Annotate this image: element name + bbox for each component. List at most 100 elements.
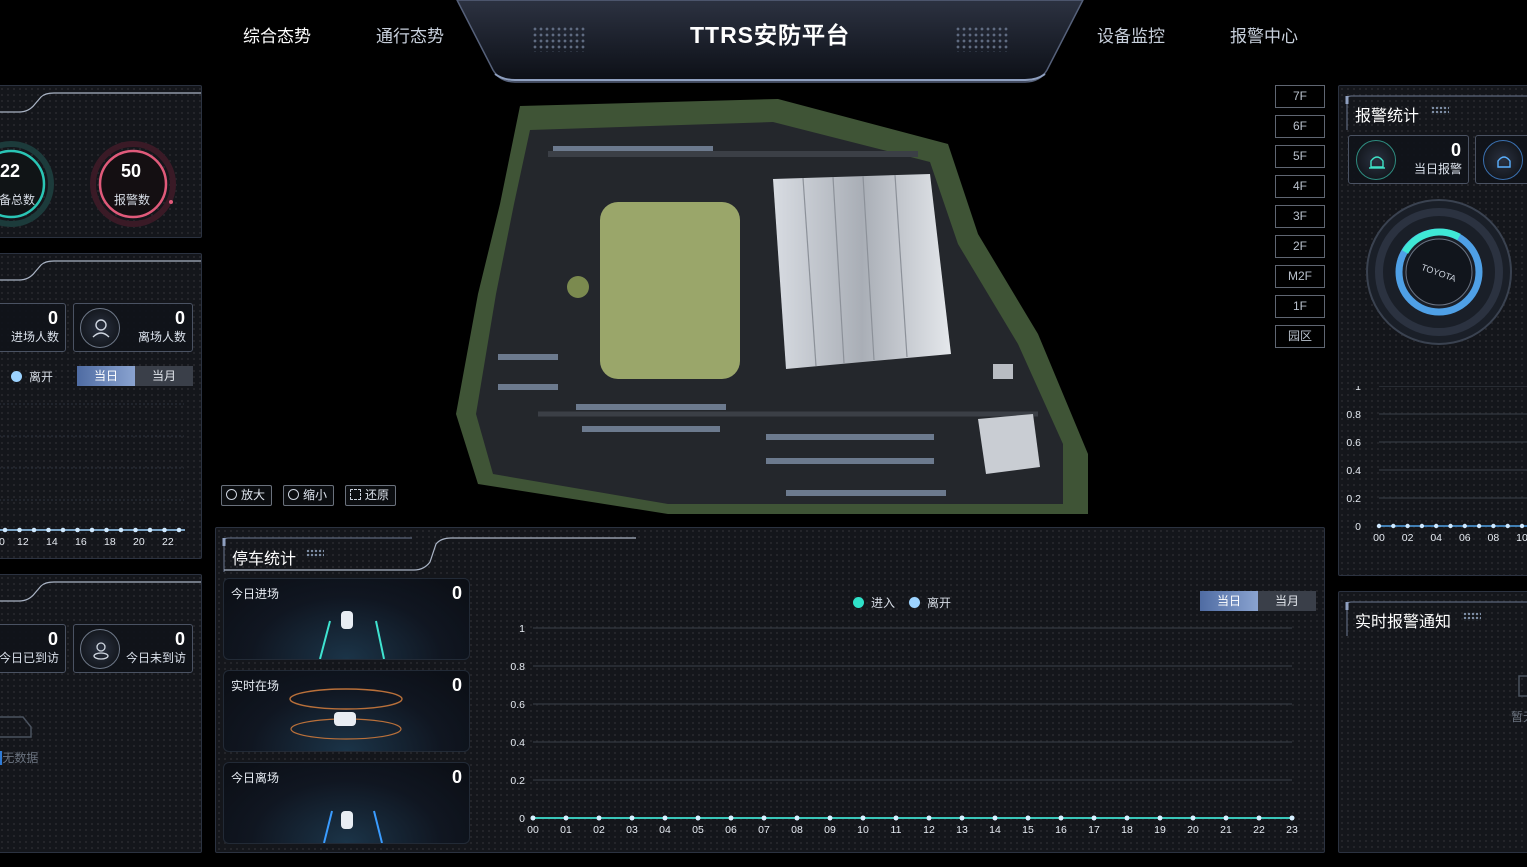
x-tick-label: 11 [891,824,902,836]
x-tick-label: 10 [1516,532,1527,544]
x-tick-label: 08 [1488,532,1500,544]
floor-button-7f[interactable]: 7F [1275,85,1325,108]
alarm-stats-title: 报警统计 [1355,108,1420,125]
series-point [893,815,899,821]
legend-leave-label: 离开 [927,596,952,610]
x-tick-label: 12 [923,824,935,836]
y-tick-label: 0.2 [1346,493,1361,505]
device-rings [0,141,176,227]
x-tick-label: 00 [527,824,539,836]
x-tick-label: 18 [104,536,116,548]
leave-count-card: 0 离场人数 [73,303,193,352]
legend-dot-leave [909,597,921,608]
series-point [1025,815,1031,821]
series-point [1223,815,1229,821]
x-tick-label: 23 [1286,824,1298,836]
person-point [104,527,109,533]
not-visited-value: 0 [174,629,185,649]
series-point [1124,815,1130,821]
person-point [118,527,124,533]
x-tick-label: 04 [659,824,671,836]
person-point [2,527,8,533]
x-tick-label: 13 [956,824,968,836]
alarm-point [1391,523,1396,529]
floor-button-1f[interactable]: 1F [1275,295,1325,318]
enter-count-card: 0 进场人数 [0,303,66,352]
realtime-value: 0 [451,675,462,695]
zoom-out-label: 缩小 [303,488,328,502]
x-tick-label: 16 [75,536,87,548]
visitor-icon [80,629,120,669]
siren-icon [1356,140,1396,180]
visited-today-card: 0 今日已到访 [0,624,66,673]
nav-item-overview[interactable]: 综合态势 [243,22,311,47]
toggle-month[interactable]: 当月 [1258,591,1316,611]
toggle-today[interactable]: 当日 [77,366,135,386]
x-tick-label: 06 [725,824,737,836]
x-tick-label: 21 [1220,824,1232,836]
series-point [992,815,998,821]
y-tick-label: 0.6 [1346,437,1361,449]
nav-item-traffic[interactable]: 通行态势 [376,22,444,47]
panel-header-line [0,581,201,602]
alarm-point [1434,523,1439,529]
today-out-title: 今日离场 [231,771,280,785]
panel-header-line [0,260,201,281]
floor-button-5f[interactable]: 5F [1275,145,1325,168]
nav-item-device-monitor[interactable]: 设备监控 [1097,22,1165,47]
realtime-alarm-panel: 实时报警通知 暂无 [1338,591,1527,853]
alarm-count-value: 50 [121,161,142,181]
alarm-point [1448,523,1453,529]
series-point [1256,815,1262,821]
series-point [530,815,536,821]
site-map-3d[interactable] [218,84,1336,516]
visitor-empty-label: 无数据 [2,751,39,765]
floor-button-3f[interactable]: 3F [1275,205,1325,228]
person-point [176,527,182,533]
x-tick-label: 14 [989,824,1001,836]
x-tick-label: 07 [758,824,770,836]
alarm-point [1491,523,1496,529]
x-tick-label: 18 [1121,824,1133,836]
y-tick-label: 0.4 [510,737,525,749]
panel-header-line [0,92,201,113]
person-point [89,527,95,533]
empty-box-icon [1518,675,1527,697]
floor-button-2f[interactable]: 2F [1275,235,1325,258]
alarm-point [1376,523,1382,529]
zoom-out-button[interactable]: 缩小 [283,485,335,506]
floor-button-6f[interactable]: 6F [1275,115,1325,138]
toggle-today[interactable]: 当日 [1200,591,1258,611]
series-point [596,815,602,821]
x-tick-label: 02 [593,824,605,836]
series-point [1058,815,1064,821]
leave-count-label: 离场人数 [137,330,186,344]
device-total-value: 22 [0,161,21,181]
realtime-empty-text: 暂无 [1511,710,1527,724]
reset-view-button[interactable]: 还原 [345,485,397,506]
visited-today-label: 今日已到访 [0,651,59,665]
parking-card-realtime: 实时在场 0 [223,670,470,752]
realtime-title: 实时在场 [231,679,280,693]
today-alarm-label: 当日报警 [1413,162,1462,176]
series-point [629,815,635,821]
legend-dot-enter [853,597,864,608]
zoom-in-button[interactable]: 放大 [221,485,273,506]
floor-button-园区[interactable]: 园区 [1275,325,1325,348]
legend-leave-label: 离开 [29,370,54,384]
title-dots-deco [1431,106,1449,115]
floor-button-4f[interactable]: 4F [1275,175,1325,198]
realtime-alarm-title: 实时报警通知 [1355,614,1452,631]
series-point [563,815,569,821]
legend-dot-leave [11,371,22,382]
series-point [695,815,701,821]
floor-button-m2f[interactable]: M2F [1275,265,1325,288]
x-tick-label: 00 [1373,532,1385,544]
enter-count-label: 进场人数 [10,330,59,344]
toggle-month[interactable]: 当月 [135,366,193,386]
nav-item-alarm-center[interactable]: 报警中心 [1230,22,1298,47]
alarm-point [1405,523,1410,529]
x-tick-label: 14 [46,536,58,548]
series-point [761,815,767,821]
person-legend-leave: 离开 [11,368,53,385]
